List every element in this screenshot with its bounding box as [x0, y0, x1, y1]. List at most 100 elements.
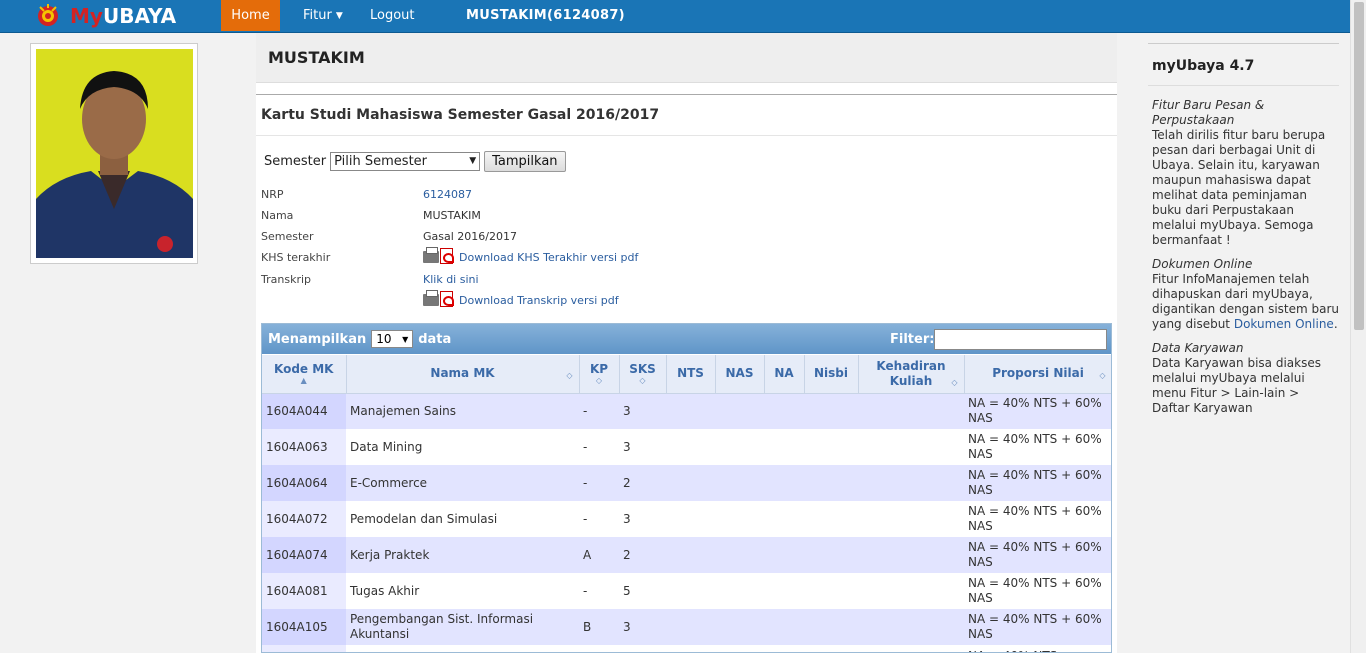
col-kp[interactable]: KP ◇ — [579, 355, 620, 394]
caret-down-icon: ▼ — [335, 10, 343, 21]
col-sks[interactable]: SKS ◇ — [619, 355, 667, 394]
cell-nama: E-Commerce — [346, 465, 579, 501]
student-photo-frame — [30, 43, 198, 264]
cell-proporsi: NA = 40% NTS + 60% NAS — [964, 537, 1111, 573]
transkrip-download[interactable]: Download Transkrip versi pdf — [423, 289, 619, 307]
divider — [1148, 43, 1339, 44]
nrp-value[interactable]: 6124087 — [423, 188, 472, 201]
page-length-select[interactable]: 10 ▼ — [371, 330, 414, 348]
news-item: Fitur Baru Pesan & Perpustakaan Telah di… — [1152, 98, 1339, 248]
nav-fitur-dropdown[interactable]: Fitur ▼ — [303, 0, 343, 31]
cell-kode[interactable]: 1604A063 — [262, 429, 346, 465]
col-proporsi[interactable]: Proporsi Nilai ◇ — [964, 355, 1111, 394]
student-name-header: MUSTAKIM — [256, 33, 1117, 83]
cell-nama: Data Mining — [346, 429, 579, 465]
cell-kp: A — [579, 537, 619, 573]
dokumen-online-link[interactable]: Dokumen Online — [1234, 317, 1334, 331]
cell-kp — [579, 645, 619, 652]
ubaya-emblem-icon — [38, 4, 58, 26]
table-row: 1604A064 E-Commerce - 2 NA = 40% NTS + 6… — [262, 465, 1111, 501]
table-row: 1604A044 Manajemen Sains - 3 NA = 40% NT… — [262, 393, 1111, 429]
sort-icon: ◇ — [595, 376, 603, 386]
tampilkan-button[interactable]: Tampilkan — [484, 150, 566, 172]
cell-kp: - — [579, 573, 619, 609]
cell-nama: Tugas Akhir — [346, 573, 579, 609]
semester-label: Semester — [264, 153, 327, 169]
cell-kp: B — [579, 609, 619, 645]
col-kode-mk[interactable]: Kode MK ▲ — [262, 355, 347, 394]
sort-asc-icon: ▲ — [300, 376, 307, 386]
cell-nama: Pengembangan Sist. Informasi Akuntansi — [346, 609, 579, 645]
col-nama-mk[interactable]: Nama MK ◇ — [346, 355, 580, 394]
col-nts[interactable]: NTS — [666, 355, 716, 394]
show-suffix: data — [418, 331, 452, 347]
scrollbar-thumb[interactable] — [1354, 2, 1364, 330]
cell-kode[interactable]: 1604A074 — [262, 537, 346, 573]
table-row: 1604A063 Data Mining - 3 NA = 40% NTS + … — [262, 429, 1111, 465]
cell-proporsi: NA = 40% NTS + 60% NAS — [964, 501, 1111, 537]
filter-label: Filter: — [890, 332, 935, 347]
khs-download[interactable]: Download KHS Terakhir versi pdf — [423, 246, 638, 264]
select-arrow-icon: ▼ — [469, 156, 477, 166]
khs-download-link[interactable]: Download KHS Terakhir versi pdf — [459, 251, 638, 264]
page-length-value: 10 — [376, 332, 392, 346]
cell-proporsi: NA = 40% NTS + 60% NAS — [964, 609, 1111, 645]
nav-logout[interactable]: Logout — [370, 0, 415, 31]
semester-select[interactable]: Pilih Semester ▼ — [330, 151, 481, 171]
cell-proporsi: NA = 40% NTS + 60% NAS — [964, 393, 1111, 429]
semester-form: Semester Pilih Semester ▼ Tampilkan — [264, 150, 566, 172]
nama-label: Nama — [261, 209, 294, 222]
divider — [256, 94, 1117, 95]
printer-icon — [423, 246, 439, 263]
news-body: Data Karyawan bisa diakses melalui myUba… — [1152, 356, 1321, 415]
printer-icon — [423, 289, 439, 306]
divider — [256, 135, 1117, 136]
cell-kode[interactable]: 1604A081 — [262, 573, 346, 609]
cell-kode[interactable]: 1604A044 — [262, 393, 346, 429]
news-title: Fitur Baru Pesan & Perpustakaan — [1152, 98, 1265, 127]
page-length-control: Menampilkan 10 ▼ data — [268, 330, 451, 348]
cell-kode[interactable] — [262, 645, 346, 652]
filter-input[interactable] — [934, 329, 1107, 350]
sort-icon: ◇ — [1099, 371, 1106, 380]
cell-nama: Pemodelan dan Simulasi — [346, 501, 579, 537]
transkrip-link[interactable]: Klik di sini — [423, 273, 479, 286]
cell-kp: - — [579, 393, 619, 429]
semester-select-value: Pilih Semester — [334, 153, 428, 169]
col-kehadiran[interactable]: Kehadiran Kuliah ◇ — [858, 355, 965, 394]
course-table-box: Menampilkan 10 ▼ data Filter: Kode MK ▲ N… — [261, 323, 1112, 653]
col-nisbi[interactable]: Nisbi — [804, 355, 859, 394]
cell-kode[interactable]: 1604A072 — [262, 501, 346, 537]
khs-label: KHS terakhir — [261, 251, 331, 264]
transkrip-download-link[interactable]: Download Transkrip versi pdf — [459, 294, 619, 307]
select-arrow-icon: ▼ — [402, 334, 409, 344]
table-row: 1604A074 Kerja Praktek A 2 NA = 40% NTS … — [262, 537, 1111, 573]
cell-sks: 2 — [619, 537, 666, 573]
pdf-icon — [440, 247, 454, 264]
cell-kode[interactable]: 1604A064 — [262, 465, 346, 501]
brand-logo[interactable]: My UBAYA — [36, 2, 176, 30]
cell-sks: 3 — [619, 609, 666, 645]
news-body: Telah dirilis fitur baru berupa pesan da… — [1152, 128, 1326, 247]
news-list: Fitur Baru Pesan & Perpustakaan Telah di… — [1152, 98, 1339, 416]
course-table: Kode MK ▲ Nama MK ◇ KP ◇ SKS ◇ NTS NAS NA Ni… — [262, 355, 1111, 652]
table-row: 1604A081 Tugas Akhir - 5 NA = 40% NTS + … — [262, 573, 1111, 609]
brand-my: My — [70, 4, 103, 28]
table-toolbar: Menampilkan 10 ▼ data Filter: — [262, 324, 1111, 354]
main-content: MUSTAKIM Kartu Studi Mahasiswa Semester … — [256, 33, 1117, 653]
nav-home[interactable]: Home — [221, 0, 280, 31]
show-prefix: Menampilkan — [268, 331, 367, 347]
col-na[interactable]: NA — [764, 355, 805, 394]
sidebar-title: myUbaya 4.7 — [1152, 58, 1255, 74]
cell-kode[interactable]: 1604A105 — [262, 609, 346, 645]
cell-sks: 3 — [619, 393, 666, 429]
col-nas[interactable]: NAS — [715, 355, 765, 394]
pdf-icon — [440, 290, 454, 307]
cell-sks — [619, 645, 666, 652]
semester-info-label: Semester — [261, 230, 314, 243]
nama-value: MUSTAKIM — [423, 209, 481, 222]
page-scrollbar[interactable] — [1350, 0, 1366, 653]
cell-nama: Manajemen Sains — [346, 393, 579, 429]
nav-fitur-label: Fitur — [303, 8, 332, 23]
cell-nama: Kerja Praktek — [346, 537, 579, 573]
